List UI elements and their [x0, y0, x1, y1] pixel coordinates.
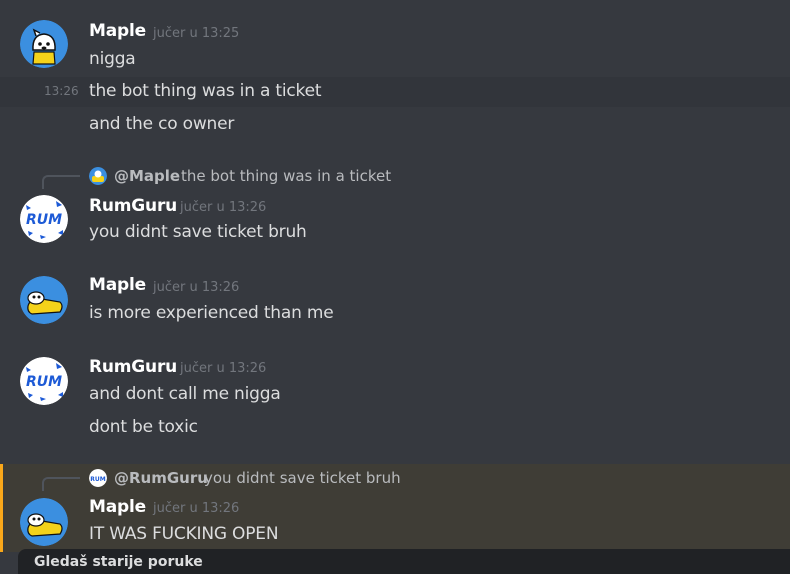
message-text: IT WAS FUCKING OPEN [89, 524, 279, 544]
message-text: and the co owner [89, 114, 235, 134]
reply-text[interactable]: the bot thing was in a ticket [181, 167, 391, 185]
message-author[interactable]: Maple [89, 21, 146, 41]
message-timestamp: jučer u 13:26 [153, 501, 240, 516]
reply-connector [42, 175, 80, 189]
avatar[interactable]: RUM [20, 195, 68, 243]
older-messages-label: Gledaš starije poruke [34, 554, 203, 570]
avatar[interactable]: RUM [20, 357, 68, 405]
message-text: nigga [89, 49, 136, 69]
message-author[interactable]: Maple [89, 497, 146, 517]
message-timestamp: jučer u 13:25 [153, 26, 240, 41]
message-text: is more experienced than me [89, 303, 334, 323]
message-timestamp: jučer u 13:26 [180, 200, 267, 215]
reply-avatar[interactable] [89, 167, 107, 185]
reply-connector [42, 477, 80, 491]
message-text: you didnt save ticket bruh [89, 222, 307, 242]
message-timestamp: jučer u 13:26 [153, 280, 240, 295]
older-messages-bar[interactable]: Gledaš starije poruke [18, 549, 790, 574]
message-author[interactable]: Maple [89, 275, 146, 295]
reply-mention[interactable]: @Maple [114, 167, 180, 185]
inline-timestamp: 13:26 [44, 84, 79, 98]
message-text: and dont call me nigga [89, 384, 281, 404]
svg-text:RUM: RUM [26, 212, 62, 228]
message-author[interactable]: RumGuru [89, 357, 177, 377]
avatar[interactable] [20, 276, 68, 324]
svg-text:RUM: RUM [26, 374, 62, 390]
message-text: the bot thing was in a ticket [89, 81, 322, 101]
svg-text:RUM: RUM [90, 476, 105, 483]
reply-text[interactable]: you didnt save ticket bruh [204, 469, 401, 487]
message-author[interactable]: RumGuru [89, 196, 177, 216]
reply-avatar[interactable]: RUM [89, 469, 107, 487]
avatar[interactable] [20, 20, 68, 68]
message-timestamp: jučer u 13:26 [180, 361, 267, 376]
avatar[interactable] [20, 498, 68, 546]
reply-mention[interactable]: @RumGuru [114, 469, 208, 487]
message-text: dont be toxic [89, 417, 198, 437]
